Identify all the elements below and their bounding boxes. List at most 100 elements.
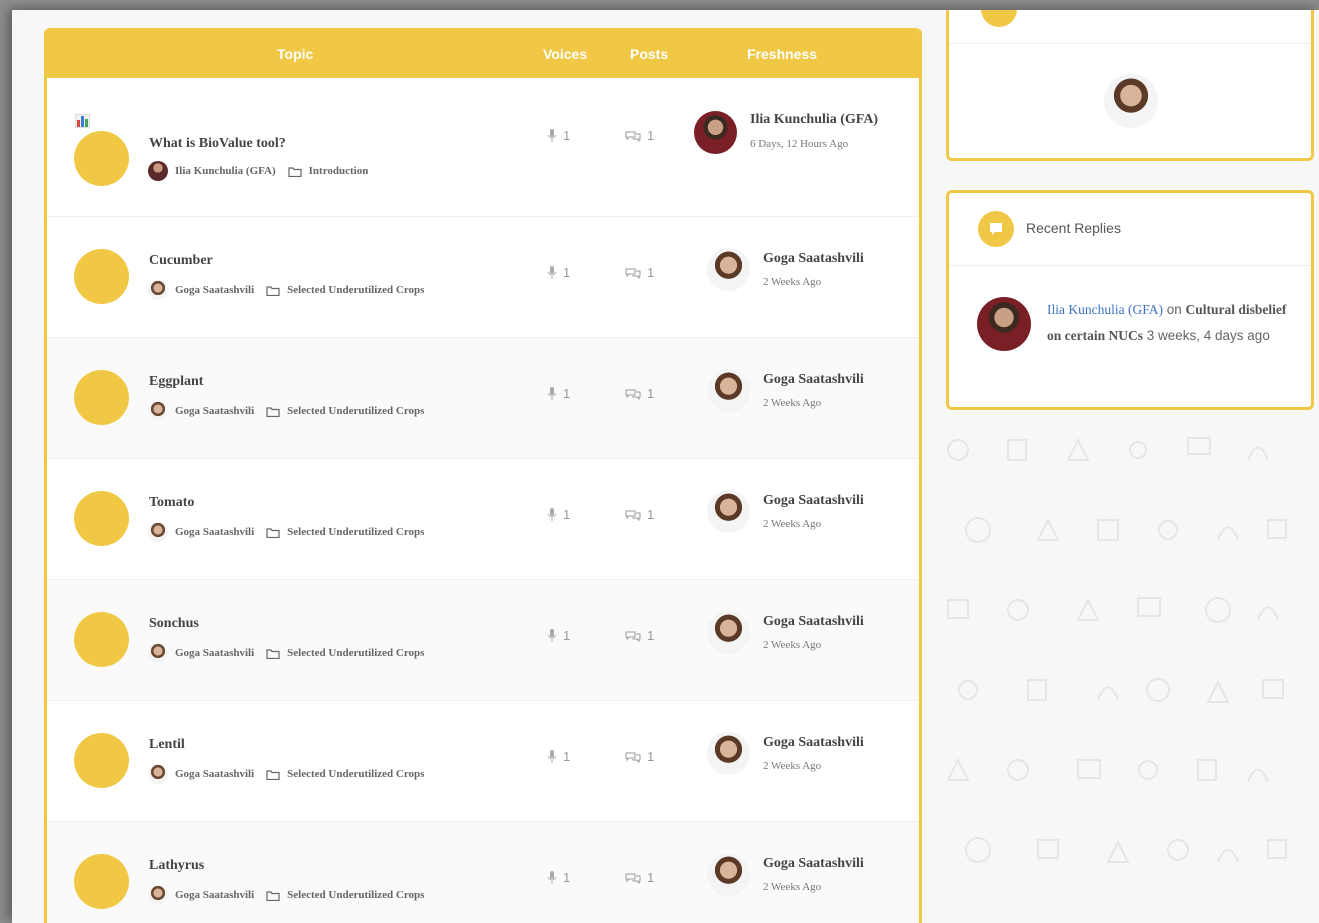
author-avatar[interactable] <box>148 161 168 181</box>
topic-meta: Goga Saatashvili Selected Underutilized … <box>148 643 424 663</box>
topic-author-link[interactable]: Goga Saatashvili <box>175 526 254 538</box>
forum-icon <box>74 491 129 546</box>
widget-divider <box>949 43 1311 44</box>
topic-author-link[interactable]: Goga Saatashvili <box>175 647 254 659</box>
topic-row: Tomato Goga Saatashvili Selected Underut… <box>47 459 919 580</box>
member-avatar[interactable] <box>1104 74 1158 128</box>
freshness-avatar[interactable] <box>694 111 737 154</box>
author-avatar[interactable] <box>148 885 168 905</box>
freshness-author-link[interactable]: Goga Saatashvili <box>763 614 864 630</box>
author-avatar[interactable] <box>148 280 168 300</box>
freshness-author-link[interactable]: Goga Saatashvili <box>763 372 864 388</box>
topic-author-link[interactable]: Goga Saatashvili <box>175 284 254 296</box>
topic-row: Lentil Goga Saatashvili Selected Underut… <box>47 701 919 822</box>
freshness-author-link[interactable]: Goga Saatashvili <box>763 856 864 872</box>
topic-forum-link[interactable]: Selected Underutilized Crops <box>287 768 424 780</box>
forum-icon <box>74 370 129 425</box>
header-freshness: Freshness <box>747 46 818 62</box>
topic-title-link[interactable]: What is BioValue tool? <box>149 136 286 152</box>
topic-title-link[interactable]: Lathyrus <box>149 858 204 874</box>
folder-icon <box>266 890 280 901</box>
voices-count: 1 <box>547 628 570 643</box>
topic-meta: Goga Saatashvili Selected Underutilized … <box>148 522 424 542</box>
topic-forum-link[interactable]: Selected Underutilized Crops <box>287 284 424 296</box>
author-avatar[interactable] <box>148 401 168 421</box>
chat-bubbles-icon <box>625 389 641 400</box>
topic-meta: Goga Saatashvili Selected Underutilized … <box>148 401 424 421</box>
topic-forum-link[interactable]: Selected Underutilized Crops <box>287 526 424 538</box>
freshness-avatar[interactable] <box>707 490 750 533</box>
freshness-time-link[interactable]: 2 Weeks Ago <box>763 760 821 772</box>
topic-row: What is BioValue tool? Ilia Kunchulia (G… <box>47 78 919 217</box>
folder-icon <box>288 166 302 177</box>
freshness-avatar[interactable] <box>707 248 750 291</box>
forum-topics-table: Topic Voices Posts Freshness What is Bio… <box>44 28 922 923</box>
freshness-time-link[interactable]: 2 Weeks Ago <box>763 639 821 651</box>
reply-author-link[interactable]: Ilia Kunchulia (GFA) <box>1047 302 1163 317</box>
topic-author-link[interactable]: Goga Saatashvili <box>175 889 254 901</box>
header-posts: Posts <box>630 46 669 62</box>
topic-title-link[interactable]: Sonchus <box>149 616 199 632</box>
freshness-avatar[interactable] <box>707 732 750 775</box>
topic-title-link[interactable]: Lentil <box>149 737 185 753</box>
microphone-icon <box>547 870 557 884</box>
folder-icon <box>266 285 280 296</box>
folder-icon <box>266 406 280 417</box>
folder-icon <box>266 527 280 538</box>
author-avatar[interactable] <box>148 522 168 542</box>
freshness-author-link[interactable]: Goga Saatashvili <box>763 493 864 509</box>
chat-bubbles-icon <box>625 131 641 142</box>
microphone-icon <box>547 749 557 763</box>
reply-author-avatar[interactable] <box>977 297 1031 351</box>
freshness-author-link[interactable]: Goga Saatashvili <box>763 735 864 751</box>
forum-icon <box>74 612 129 667</box>
microphone-icon <box>547 507 557 521</box>
freshness-time-link[interactable]: 2 Weeks Ago <box>763 276 821 288</box>
author-avatar[interactable] <box>148 764 168 784</box>
topic-title-link[interactable]: Tomato <box>149 495 194 511</box>
freshness-avatar[interactable] <box>707 853 750 896</box>
freshness-time-link[interactable]: 6 Days, 12 Hours Ago <box>750 138 848 150</box>
topic-row: Eggplant Goga Saatashvili Selected Under… <box>47 338 919 459</box>
recent-reply-item: Ilia Kunchulia (GFA) on Cultural disbeli… <box>1047 297 1287 349</box>
freshness-avatar[interactable] <box>707 611 750 654</box>
chat-bubbles-icon <box>625 631 641 642</box>
topic-row: Sonchus Goga Saatashvili Selected Underu… <box>47 580 919 701</box>
posts-count: 1 <box>625 628 654 643</box>
freshness-author-link[interactable]: Ilia Kunchulia (GFA) <box>750 112 878 128</box>
topic-author-link[interactable]: Ilia Kunchulia (GFA) <box>175 165 276 177</box>
posts-count: 1 <box>625 128 654 143</box>
sidebar-widget <box>946 10 1314 161</box>
chat-bubbles-icon <box>625 752 641 763</box>
topic-forum-link[interactable]: Selected Underutilized Crops <box>287 889 424 901</box>
forum-icon <box>74 854 129 909</box>
microphone-icon <box>547 265 557 279</box>
topic-author-link[interactable]: Goga Saatashvili <box>175 405 254 417</box>
header-topic: Topic <box>277 46 314 62</box>
posts-count: 1 <box>625 507 654 522</box>
topic-title-link[interactable]: Eggplant <box>149 374 203 390</box>
topic-forum-link[interactable]: Introduction <box>309 165 369 177</box>
reply-time: 3 weeks, 4 days ago <box>1143 328 1270 343</box>
microphone-icon <box>547 128 557 142</box>
posts-count: 1 <box>625 749 654 764</box>
voices-count: 1 <box>547 507 570 522</box>
topic-meta: Goga Saatashvili Selected Underutilized … <box>148 885 424 905</box>
topic-row: Lathyrus Goga Saatashvili Selected Under… <box>47 822 919 923</box>
forum-icon <box>74 131 129 186</box>
topic-title-link[interactable]: Cucumber <box>149 253 213 269</box>
topic-forum-link[interactable]: Selected Underutilized Crops <box>287 405 424 417</box>
author-avatar[interactable] <box>148 643 168 663</box>
freshness-time-link[interactable]: 2 Weeks Ago <box>763 397 821 409</box>
voices-count: 1 <box>547 749 570 764</box>
topic-forum-link[interactable]: Selected Underutilized Crops <box>287 647 424 659</box>
doodle-background-pattern <box>946 437 1287 863</box>
voices-count: 1 <box>547 870 570 885</box>
freshness-avatar[interactable] <box>707 369 750 412</box>
topic-author-link[interactable]: Goga Saatashvili <box>175 768 254 780</box>
microphone-icon <box>547 628 557 642</box>
freshness-author-link[interactable]: Goga Saatashvili <box>763 251 864 267</box>
freshness-time-link[interactable]: 2 Weeks Ago <box>763 881 821 893</box>
freshness-time-link[interactable]: 2 Weeks Ago <box>763 518 821 530</box>
comment-icon <box>978 211 1014 247</box>
